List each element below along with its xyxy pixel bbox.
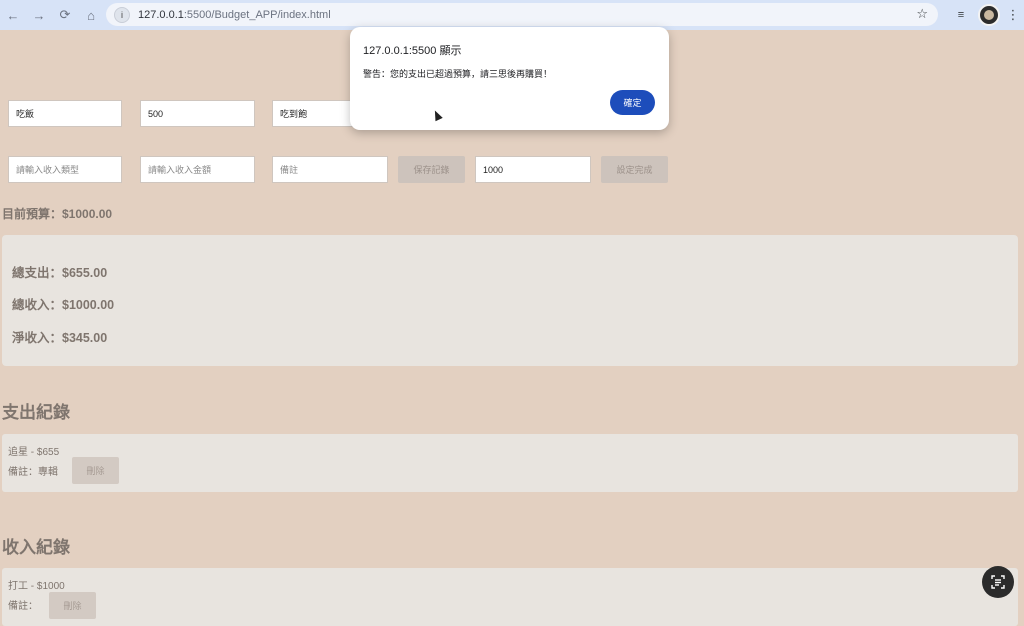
star-icon[interactable]: ☆ bbox=[916, 6, 928, 22]
total-expense: 總支出：$655.00 bbox=[12, 266, 108, 280]
reload-icon[interactable]: ⟳ bbox=[52, 2, 78, 28]
site-info-icon[interactable]: i bbox=[114, 6, 130, 23]
list-item: 追星 - $655 備註：專輯 刪除 bbox=[2, 434, 1018, 492]
expense-records-title: 支出紀錄 bbox=[2, 403, 70, 422]
alert-title: 127.0.0.1:5500 顯示 bbox=[363, 45, 462, 57]
income-amount-input[interactable]: 請輸入收入金額 bbox=[140, 156, 255, 183]
income-note-input[interactable]: 備註 bbox=[272, 156, 388, 183]
save-record-button[interactable]: 保存記錄 bbox=[398, 156, 465, 183]
forward-icon[interactable]: → bbox=[26, 2, 52, 28]
lens-icon[interactable] bbox=[982, 566, 1014, 598]
expense-type-input[interactable]: 吃飯 bbox=[8, 100, 122, 127]
home-icon[interactable]: ⌂ bbox=[78, 2, 104, 28]
avatar[interactable] bbox=[978, 4, 1000, 26]
list-item: 打工 - $1000 備註： 刪除 bbox=[2, 568, 1018, 626]
address-bar[interactable]: i 127.0.0.1:5500/Budget_APP/index.html ☆ bbox=[106, 3, 938, 26]
income-type-input[interactable]: 請輸入收入類型 bbox=[8, 156, 122, 183]
delete-expense-button[interactable]: 刪除 bbox=[72, 457, 119, 484]
expense-amount-input[interactable]: 500 bbox=[140, 100, 255, 127]
budget-input[interactable]: 1000 bbox=[475, 156, 591, 183]
url-path: :5500/Budget_APP/index.html bbox=[183, 8, 331, 21]
income-records-title: 收入紀錄 bbox=[2, 538, 70, 557]
income-record-note: 備註： bbox=[8, 601, 38, 612]
expense-record-note: 備註：專輯 bbox=[8, 467, 58, 478]
url-host: 127.0.0.1 bbox=[138, 8, 184, 21]
set-budget-button[interactable]: 設定完成 bbox=[601, 156, 668, 183]
net-income: 淨收入：$345.00 bbox=[12, 331, 108, 345]
ok-button[interactable]: 確定 bbox=[610, 90, 655, 115]
more-vert-icon[interactable]: ⋮ bbox=[1006, 7, 1020, 23]
current-budget: 目前預算：$1000.00 bbox=[2, 207, 113, 221]
alert-dialog: 127.0.0.1:5500 顯示 警告：您的支出已超過預算，請三思後再購買！ … bbox=[350, 27, 669, 130]
back-icon[interactable]: ← bbox=[0, 2, 26, 28]
playlist-icon[interactable]: ≡ bbox=[950, 4, 972, 26]
expense-record-line: 追星 - $655 bbox=[8, 447, 60, 458]
browser-toolbar: ← → ⟳ ⌂ i 127.0.0.1:5500/Budget_APP/inde… bbox=[0, 0, 1024, 30]
total-income: 總收入：$1000.00 bbox=[12, 298, 115, 312]
summary-card: 總支出：$655.00 總收入：$1000.00 淨收入：$345.00 bbox=[2, 235, 1018, 366]
alert-message: 警告：您的支出已超過預算，請三思後再購買！ bbox=[363, 69, 553, 79]
income-record-line: 打工 - $1000 bbox=[8, 581, 65, 592]
